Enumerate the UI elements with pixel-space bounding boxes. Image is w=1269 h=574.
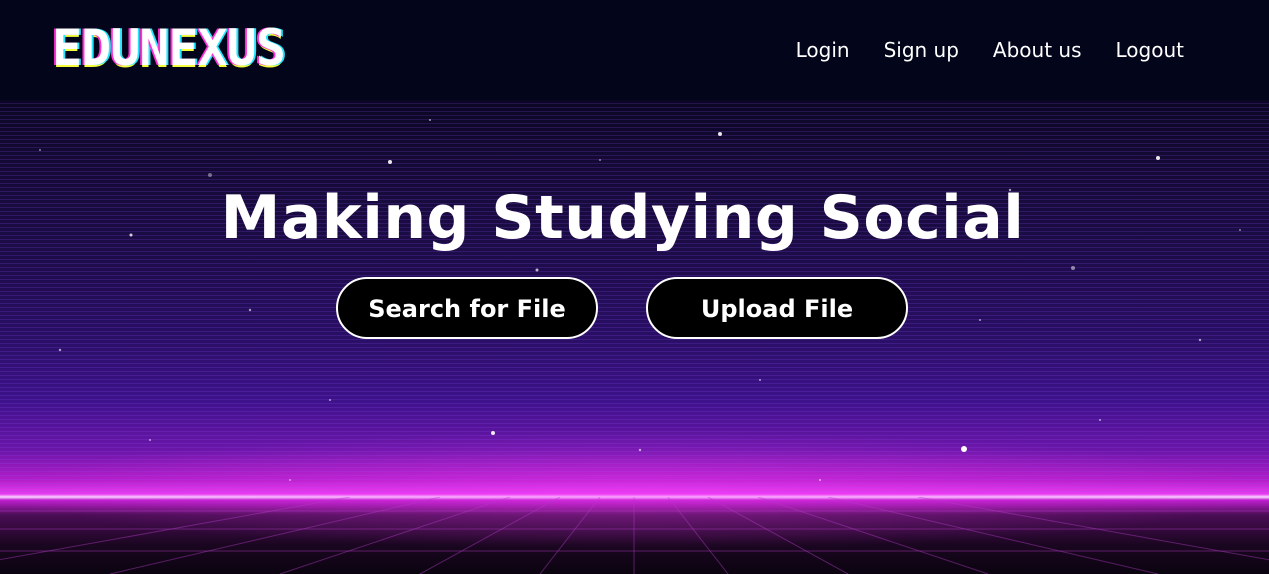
horizon-glow — [0, 430, 1269, 550]
hero-title: Making Studying Social — [220, 183, 1025, 253]
background-stars — [39, 119, 1241, 481]
background-floor-grid — [0, 497, 1269, 574]
nav-login-link[interactable]: Login — [796, 36, 850, 64]
brand-logo[interactable]: EDUNEXUS — [52, 18, 286, 78]
nav-links: Login Sign up About us Logout — [796, 36, 1184, 64]
nav-signup-link[interactable]: Sign up — [884, 36, 959, 64]
background-scanlines — [0, 100, 1269, 495]
page: EDUNEXUS Login Sign up About us Logout M… — [0, 0, 1269, 574]
upload-file-button[interactable]: Upload File — [646, 277, 908, 339]
search-file-button[interactable]: Search for File — [336, 277, 598, 339]
nav-about-link[interactable]: About us — [993, 36, 1082, 64]
top-navbar: EDUNEXUS Login Sign up About us Logout — [0, 0, 1269, 100]
nav-logout-link[interactable]: Logout — [1116, 36, 1184, 64]
